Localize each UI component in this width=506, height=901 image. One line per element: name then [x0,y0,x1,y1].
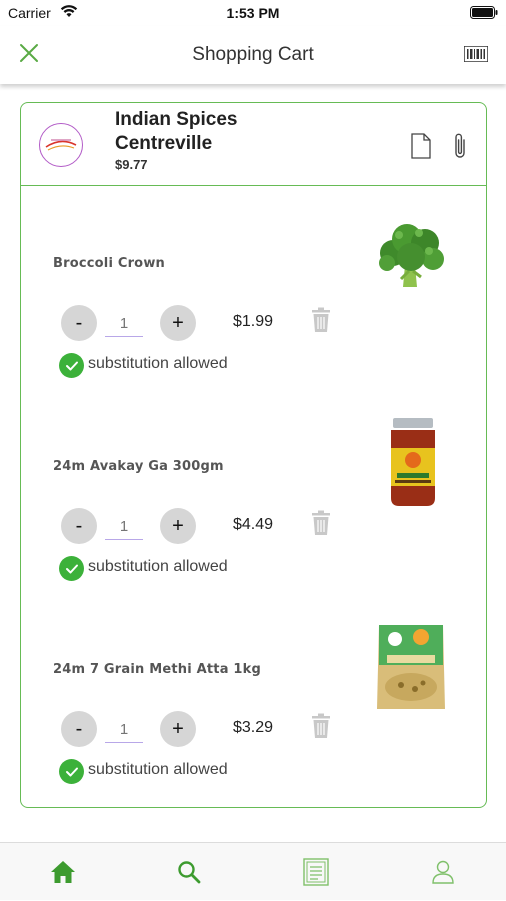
substitution-checkbox[interactable] [59,759,84,784]
avakaya-jar-image [371,418,451,508]
clock: 1:53 PM [226,5,280,21]
substitution-label: substitution allowed [88,355,228,372]
note-icon[interactable] [411,133,431,164]
store-header: Indian Spices Centreville $9.77 [21,103,486,186]
tab-home[interactable] [0,843,126,901]
decrease-quantity-button[interactable]: - [61,305,97,341]
item-name: 24m Avakay Ga 300gm [53,459,224,474]
trash-icon[interactable] [311,307,331,338]
quantity-input[interactable] [105,310,143,337]
quantity-input[interactable] [105,513,143,540]
barcode-scanner-icon[interactable] [463,45,489,67]
tab-profile[interactable] [380,843,506,901]
home-icon [51,861,75,883]
substitution-label: substitution allowed [88,558,228,575]
cart-item: 24m 7 Grain Methi Atta 1kg - + $3.29 sub… [21,617,486,817]
broccoli-image [371,215,451,305]
tab-bar [0,842,506,900]
search-icon [178,861,201,884]
user-icon [432,860,454,884]
decrease-quantity-button[interactable]: - [61,508,97,544]
battery-icon [470,6,498,22]
item-name: 24m 7 Grain Methi Atta 1kg [53,662,262,677]
item-price: $4.49 [233,516,274,533]
increase-quantity-button[interactable]: + [160,305,196,341]
substitution-checkbox[interactable] [59,556,84,581]
item-price: $1.99 [233,313,274,330]
substitution-checkbox[interactable] [59,353,84,378]
cart-item: 24m Avakay Ga 300gm - + $4.49 substituti… [21,414,486,614]
page-title: Shopping Cart [192,44,314,65]
increase-quantity-button[interactable]: + [160,508,196,544]
attachment-icon[interactable] [451,131,469,166]
trash-icon[interactable] [311,713,331,744]
quantity-input[interactable] [105,716,143,743]
increase-quantity-button[interactable]: + [160,711,196,747]
tab-search[interactable] [126,843,252,901]
decrease-quantity-button[interactable]: - [61,711,97,747]
store-cart-card: Indian Spices Centreville $9.77 Broccoli… [20,102,487,808]
item-price: $3.29 [233,719,274,736]
status-bar: Carrier 1:53 PM [0,0,506,26]
trash-icon[interactable] [311,510,331,541]
store-total: $9.77 [115,157,148,172]
cart-content[interactable]: Indian Spices Centreville $9.77 Broccoli… [0,84,506,842]
nav-bar: Shopping Cart [0,26,506,84]
store-name: Indian Spices Centreville [115,109,238,154]
item-name: Broccoli Crown [53,256,165,271]
store-logo [39,123,83,167]
tab-orders[interactable] [253,843,379,901]
list-icon [303,858,329,886]
substitution-label: substitution allowed [88,761,228,778]
cart-item: Broccoli Crown - + $1.99 substitution al… [21,211,486,411]
methi-atta-bag-image [371,621,451,711]
